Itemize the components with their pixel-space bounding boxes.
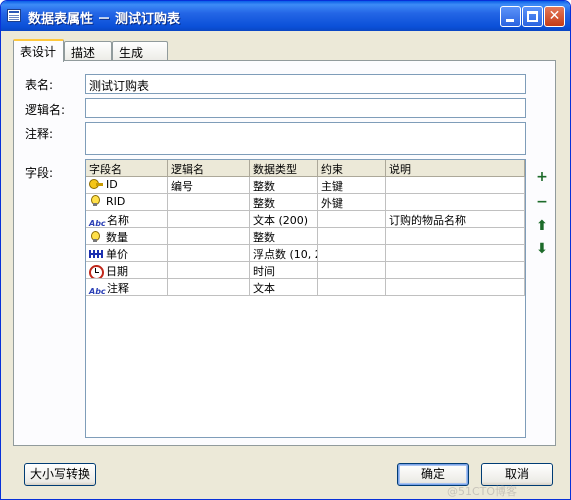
description-cell[interactable] — [386, 245, 525, 262]
logical-name-cell[interactable] — [168, 279, 250, 296]
data-type-cell[interactable]: 时间 — [250, 262, 318, 279]
field-name: 数量 — [106, 231, 128, 244]
foreign-key-icon — [89, 231, 104, 243]
field-name-cell[interactable]: Abc名称 — [86, 211, 168, 228]
logical-name-label: 逻辑名: — [25, 103, 66, 117]
description-cell[interactable]: 订购的物品名称 — [386, 211, 525, 228]
field-name: 名称 — [107, 214, 129, 227]
constraint-cell[interactable] — [318, 228, 386, 245]
constraint-cell[interactable] — [318, 279, 386, 296]
logical-name-cell[interactable] — [168, 211, 250, 228]
description-cell[interactable] — [386, 177, 525, 194]
field-name: RID — [106, 195, 126, 208]
field-name: 单价 — [106, 248, 128, 261]
field-name: 日期 — [106, 265, 128, 278]
text-type-icon: Abc — [89, 287, 106, 296]
data-type-cell[interactable]: 文本 — [250, 279, 318, 296]
minimize-button[interactable] — [500, 6, 521, 27]
clock-icon — [89, 265, 104, 278]
grid-header: 字段名 逻辑名 数据类型 约束 说明 — [86, 160, 525, 177]
field-name-cell[interactable]: Abc注释 — [86, 279, 168, 296]
logical-name-cell[interactable] — [168, 245, 250, 262]
add-field-button[interactable]: + — [536, 170, 548, 184]
tab-description[interactable]: 描述 — [64, 41, 112, 61]
fields-label: 字段: — [25, 166, 54, 180]
move-down-button[interactable]: ⬇ — [536, 242, 548, 256]
comment-field[interactable] — [85, 122, 526, 155]
constraint-cell[interactable]: 外键 — [318, 194, 386, 211]
table-row[interactable]: Abc注释 文本 — [86, 279, 525, 296]
tab-panel: 表名: 测试订购表 逻辑名: 注释: 字段: 字段名 逻辑名 数据类型 约束 说… — [13, 60, 556, 446]
field-name-cell[interactable]: ID — [86, 177, 168, 194]
text-type-icon: Abc — [89, 219, 106, 228]
data-type-cell[interactable]: 浮点数 (10, 2) — [250, 245, 318, 262]
data-type-cell[interactable]: 整数 — [250, 194, 318, 211]
table-row[interactable]: 数量 整数 — [86, 228, 525, 245]
watermark: @51CTO博客 — [447, 485, 518, 498]
logical-name-cell[interactable] — [168, 194, 250, 211]
description-cell[interactable] — [386, 228, 525, 245]
column-header[interactable]: 说明 — [386, 160, 525, 177]
remove-field-button[interactable]: − — [536, 195, 548, 209]
table-name-label: 表名: — [25, 78, 54, 92]
field-name: 注释 — [107, 282, 129, 295]
field-name-cell[interactable]: 数量 — [86, 228, 168, 245]
dialog-window: 数据表属性 － 测试订购表 ✕ 表设计 描述 生成 表名: 测试订购表 逻辑名:… — [0, 0, 571, 500]
field-name-cell[interactable]: 单价 — [86, 245, 168, 262]
table-row[interactable]: 单价 浮点数 (10, 2) — [86, 245, 525, 262]
tab-generate[interactable]: 生成 — [112, 41, 168, 61]
comment-label: 注释: — [25, 127, 54, 141]
description-cell[interactable] — [386, 194, 525, 211]
logical-name-cell[interactable] — [168, 262, 250, 279]
move-up-button[interactable]: ⬆ — [536, 219, 548, 233]
table-row[interactable]: Abc名称 文本 (200) 订购的物品名称 — [86, 211, 525, 228]
table-row[interactable]: 日期 时间 — [86, 262, 525, 279]
foreign-key-icon — [89, 195, 104, 207]
logical-name-field[interactable] — [85, 98, 526, 118]
table-icon — [7, 9, 21, 22]
column-header[interactable]: 逻辑名 — [168, 160, 250, 177]
table-name-field[interactable]: 测试订购表 — [85, 74, 526, 94]
field-name-cell[interactable]: RID — [86, 194, 168, 211]
fields-grid[interactable]: 字段名 逻辑名 数据类型 约束 说明 ID 编号 整数 主键 RID 整数 外键 — [85, 159, 526, 438]
maximize-icon — [527, 11, 538, 22]
constraint-cell[interactable] — [318, 262, 386, 279]
column-header[interactable]: 数据类型 — [250, 160, 318, 177]
close-icon: ✕ — [548, 8, 561, 24]
constraint-cell[interactable]: 主键 — [318, 177, 386, 194]
data-type-cell[interactable]: 整数 — [250, 177, 318, 194]
minimize-icon — [506, 19, 514, 22]
title-bar[interactable]: 数据表属性 － 测试订购表 ✕ — [1, 1, 570, 31]
column-header[interactable]: 字段名 — [86, 160, 168, 177]
description-cell[interactable] — [386, 279, 525, 296]
field-name-cell[interactable]: 日期 — [86, 262, 168, 279]
close-button[interactable]: ✕ — [544, 6, 565, 27]
description-cell[interactable] — [386, 262, 525, 279]
window-title: 数据表属性 － 测试订购表 — [28, 12, 181, 27]
constraint-cell[interactable] — [318, 211, 386, 228]
case-convert-button[interactable]: 大小写转换 — [24, 463, 96, 486]
table-row[interactable]: ID 编号 整数 主键 — [86, 177, 525, 194]
maximize-button[interactable] — [522, 6, 543, 27]
logical-name-cell[interactable] — [168, 228, 250, 245]
table-row[interactable]: RID 整数 外键 — [86, 194, 525, 211]
logical-name-cell[interactable]: 编号 — [168, 177, 250, 194]
data-type-cell[interactable]: 文本 (200) — [250, 211, 318, 228]
number-type-icon — [89, 248, 104, 260]
field-name: ID — [106, 178, 118, 191]
primary-key-icon — [89, 178, 104, 190]
constraint-cell[interactable] — [318, 245, 386, 262]
tab-table-design[interactable]: 表设计 — [13, 39, 64, 62]
data-type-cell[interactable]: 整数 — [250, 228, 318, 245]
column-header[interactable]: 约束 — [318, 160, 386, 177]
